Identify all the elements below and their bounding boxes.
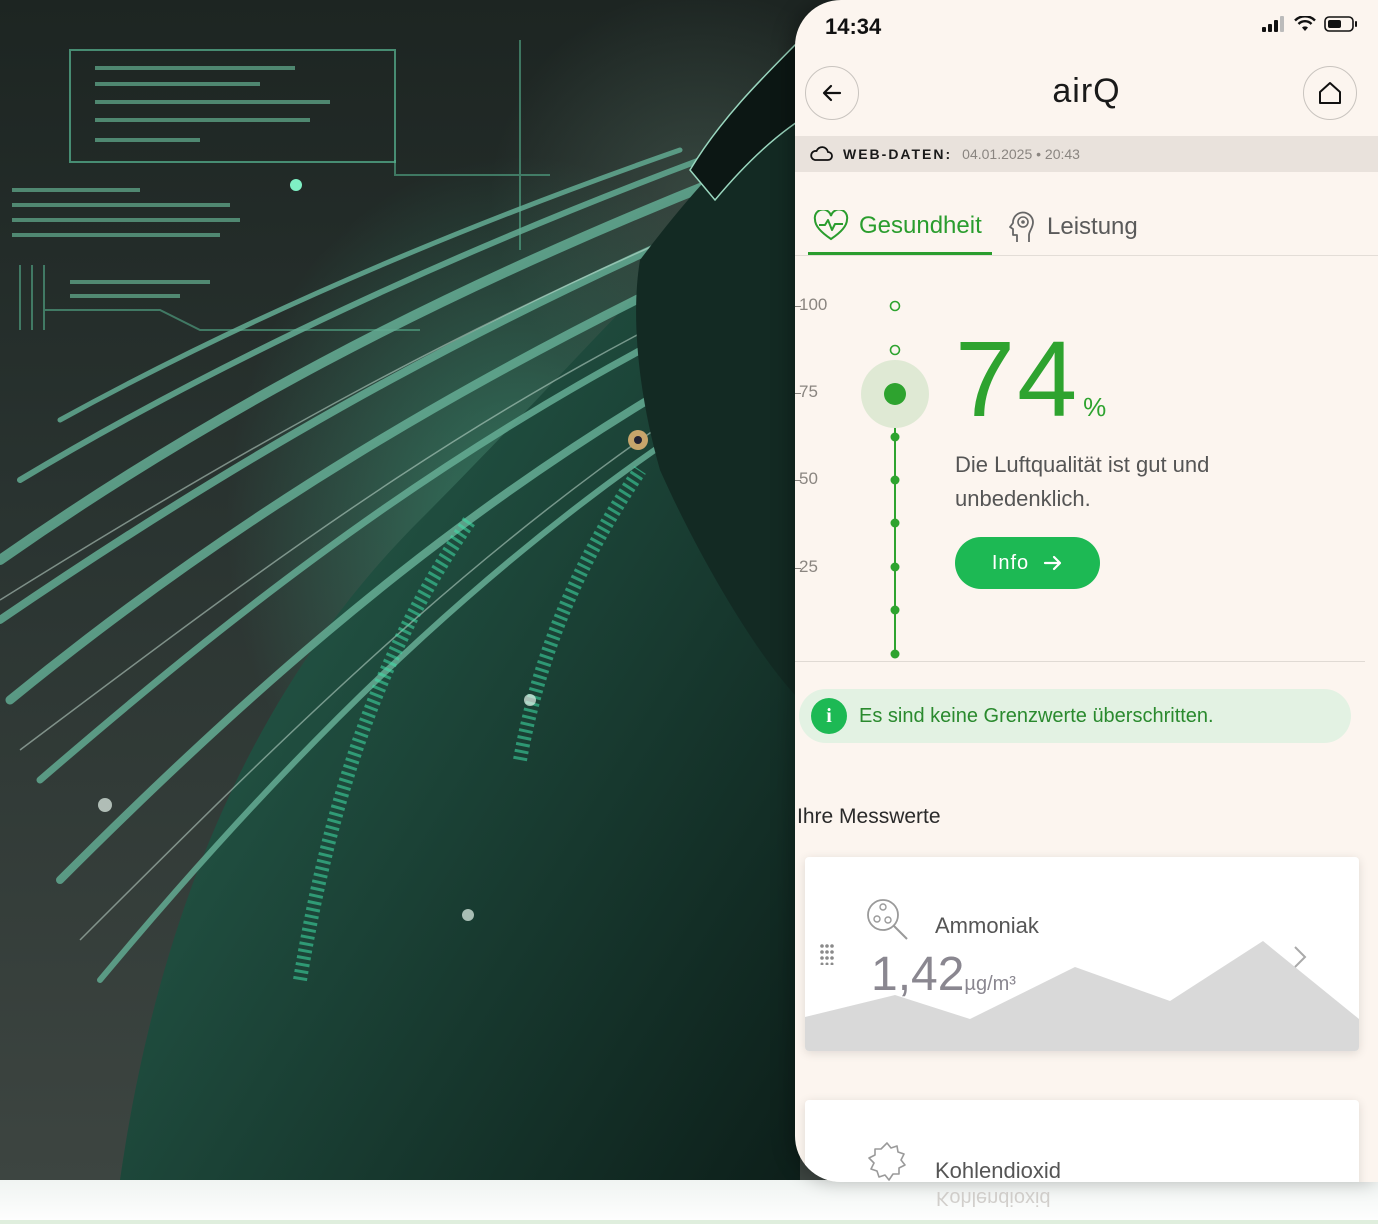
signal-icon [1262, 16, 1284, 32]
gauge-step [890, 649, 900, 659]
phone-screen: 14:34 airQ WEB-DATEN: 04.01.2025 • 20:43… [795, 0, 1378, 1182]
score-unit: % [1083, 392, 1107, 422]
measurement-card-kohlendioxid[interactable]: Kohlendioxid [805, 1100, 1359, 1182]
scale-label-100: 100 [795, 295, 828, 314]
quality-gauge [861, 300, 929, 659]
threshold-notice: i Es sind keine Grenzwerte überschritten… [799, 689, 1351, 743]
drag-handle-icon[interactable] [819, 943, 835, 969]
gauge-step [890, 562, 900, 572]
score-description: Die Luftqualität ist gut und unbedenklic… [955, 452, 1210, 511]
co2-cloud-icon [868, 1142, 906, 1181]
tab-gesundheit[interactable]: Gesundheit [813, 210, 982, 242]
web-data-timestamp: 04.01.2025 • 20:43 [962, 146, 1080, 162]
gauge-step [890, 432, 900, 442]
measurement-card-ammoniak[interactable]: Ammoniak 1,42µg/m³ [805, 857, 1359, 1051]
web-data-bar: WEB-DATEN: 04.01.2025 • 20:43 [795, 136, 1378, 172]
app-title: airQ [1052, 72, 1121, 110]
info-button[interactable]: Info [955, 537, 1100, 589]
wifi-icon [1294, 16, 1316, 31]
info-button-label: Info [991, 551, 1030, 574]
brain-head-icon [1009, 211, 1034, 242]
scale-label-50: 50 [795, 469, 818, 488]
section-divider [795, 661, 1365, 662]
measurement-name: Ammoniak [935, 913, 1039, 938]
tab-bar: Gesundheit Leistung [795, 200, 1378, 256]
battery-icon [1324, 16, 1357, 32]
measurement-number: 1,42 [871, 948, 965, 1001]
score-value: 74 [955, 318, 1080, 439]
status-icons [1262, 16, 1358, 32]
measurement-value: 1,42µg/m³ [871, 947, 1016, 1002]
gauge-step [890, 605, 900, 615]
scale-label-75: 75 [795, 382, 818, 401]
gauge-step-empty [889, 300, 901, 312]
gauge-step [890, 518, 900, 528]
tab-leistung-label: Leistung [1047, 213, 1138, 240]
active-tab-indicator [808, 252, 992, 255]
measurement-unit: µg/m³ [964, 973, 1016, 995]
floor-reflection [0, 1180, 1378, 1224]
arrow-right-icon [1044, 555, 1062, 571]
tab-leistung[interactable]: Leistung [1007, 210, 1138, 244]
notice-text: Es sind keine Grenzwerte überschritten. [859, 704, 1214, 727]
status-bar: 14:34 [795, 0, 1378, 56]
air-quality-score: 74% [955, 316, 1106, 441]
measurement-name: Kohlendioxid [935, 1158, 1061, 1182]
home-button[interactable] [1303, 66, 1357, 120]
chevron-right-icon [1294, 946, 1307, 968]
gauge-marker [884, 383, 906, 405]
scale-label-25: 25 [795, 557, 818, 576]
heart-pulse-icon [813, 210, 849, 241]
status-time: 14:34 [825, 14, 882, 39]
molecule-search-icon [867, 899, 908, 940]
measurements-title: Ihre Messwerte [797, 805, 941, 828]
info-circle-icon: i [811, 698, 847, 734]
gauge-step-empty [889, 344, 901, 356]
tab-gesundheit-label: Gesundheit [859, 212, 982, 239]
gauge-step [890, 475, 900, 485]
web-data-label: WEB-DATEN: [843, 146, 953, 162]
cloud-icon [810, 146, 833, 161]
home-icon [1319, 82, 1341, 104]
reflection-text: Kohlendioxid [936, 1187, 1051, 1209]
